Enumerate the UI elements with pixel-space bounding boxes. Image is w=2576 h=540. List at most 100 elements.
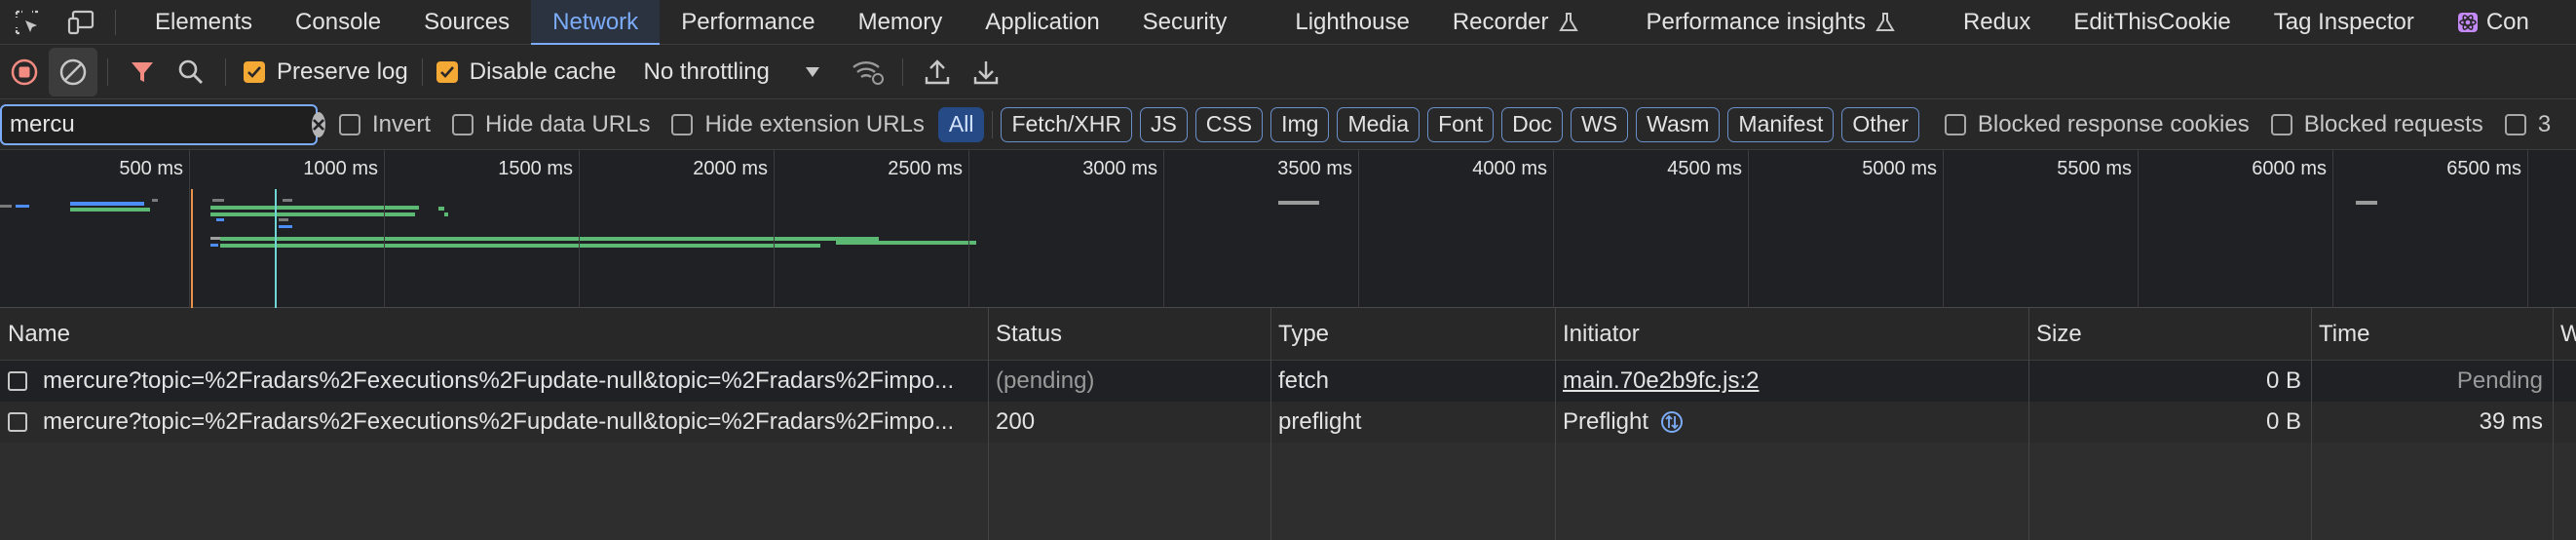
export-har-button[interactable] xyxy=(962,48,1010,96)
tab-recorder[interactable]: Recorder xyxy=(1431,0,1600,45)
filter-chip-js[interactable]: JS xyxy=(1139,106,1188,142)
blocked-requests-label: Blocked requests xyxy=(2303,110,2483,137)
filter-toggle-button[interactable] xyxy=(118,48,167,96)
clear-filter-icon[interactable] xyxy=(312,111,325,137)
tab-performance[interactable]: Performance xyxy=(660,0,836,45)
tab-label: Performance insights xyxy=(1646,8,1866,35)
clear-button[interactable] xyxy=(49,47,97,96)
column-divider[interactable] xyxy=(2028,308,2029,540)
column-divider[interactable] xyxy=(1555,308,1556,540)
column-divider[interactable] xyxy=(1270,308,1271,540)
column-header-name[interactable]: Name xyxy=(0,308,988,361)
checkbox-checked-icon xyxy=(436,60,458,83)
filter-input-box[interactable] xyxy=(0,103,325,145)
tab-label: Application xyxy=(985,8,1100,35)
filter-chip-ws[interactable]: WS xyxy=(1571,106,1629,142)
filter-chip-fetch-xhr[interactable]: Fetch/XHR xyxy=(1001,106,1132,142)
filter-icon xyxy=(132,61,153,82)
preserve-log-checkbox[interactable]: Preserve log xyxy=(244,58,408,86)
filter-chip-media[interactable]: Media xyxy=(1337,106,1421,142)
network-conditions-button[interactable] xyxy=(844,48,892,96)
tab-performance-insights[interactable]: Performance insights xyxy=(1625,0,1916,45)
filter-input[interactable] xyxy=(10,110,312,138)
blocked-response-cookies-checkbox[interactable]: Blocked response cookies xyxy=(1944,110,2250,138)
tab-sources[interactable]: Sources xyxy=(402,0,531,45)
import-har-button[interactable] xyxy=(913,48,962,96)
filter-chip-font[interactable]: Font xyxy=(1427,106,1495,142)
tab-con[interactable]: Con xyxy=(2436,0,2551,45)
tab-memory[interactable]: Memory xyxy=(837,0,965,45)
request-name-cell[interactable]: mercure?topic=%2Fradars%2Fexecutions%2Fu… xyxy=(0,361,988,402)
request-name-cell[interactable]: mercure?topic=%2Fradars%2Fexecutions%2Fu… xyxy=(0,402,988,443)
tab-tag-inspector[interactable]: Tag Inspector xyxy=(2253,0,2436,45)
size-cell: 0 B xyxy=(2028,361,2311,402)
column-header-initiator[interactable]: Initiator xyxy=(1555,308,2028,361)
tab-label: EditThisCookie xyxy=(2073,8,2231,35)
request-type-icon xyxy=(8,371,27,391)
overview-tick-label: 1000 ms xyxy=(303,158,378,179)
filter-chip-img[interactable]: Img xyxy=(1270,106,1330,142)
checkbox-unchecked-icon xyxy=(671,113,694,135)
stop-recording-button[interactable] xyxy=(0,48,49,96)
column-divider[interactable] xyxy=(2311,308,2312,540)
tab-lighthouse[interactable]: Lighthouse xyxy=(1273,0,1430,45)
time-cell: Pending xyxy=(2311,361,2553,402)
tab-editthiscookie[interactable]: EditThisCookie xyxy=(2052,0,2252,45)
tab-bar-divider xyxy=(115,9,116,35)
initiator-cell-text[interactable]: main.70e2b9fc.js:2 xyxy=(1563,367,1759,395)
invert-label: Invert xyxy=(372,110,432,137)
column-header-status[interactable]: Status xyxy=(988,308,1270,361)
tab-elements[interactable]: Elements xyxy=(133,0,274,45)
column-header-type[interactable]: Type xyxy=(1270,308,1555,361)
disable-cache-checkbox[interactable]: Disable cache xyxy=(436,58,616,86)
filter-chip-manifest[interactable]: Manifest xyxy=(1727,106,1835,142)
filter-chip-doc[interactable]: Doc xyxy=(1501,106,1564,142)
network-overview-timeline[interactable]: 500 ms 1000 ms 1500 ms 2000 ms 2500 ms 3000 m… xyxy=(0,150,2576,308)
column-header-size[interactable]: Size xyxy=(2028,308,2311,361)
overview-bar xyxy=(212,199,224,202)
device-toolbar-icon[interactable] xyxy=(55,0,109,45)
type-cell-text: fetch xyxy=(1278,367,1330,394)
tab-label: Network xyxy=(552,8,639,35)
initiator-cell-text[interactable]: Preflight xyxy=(1563,408,1648,436)
filter-chip-css[interactable]: CSS xyxy=(1194,106,1264,142)
initiator-cell: Preflight xyxy=(1555,402,2028,443)
hide-extension-urls-checkbox[interactable]: Hide extension URLs xyxy=(671,111,925,138)
devtools-tab-bar: Elements Console Sources Network Performance… xyxy=(0,0,2576,46)
overview-bar xyxy=(283,199,292,202)
column-divider[interactable] xyxy=(988,308,989,540)
tab-security[interactable]: Security xyxy=(1121,0,1249,45)
filter-chip-all[interactable]: All xyxy=(937,106,985,142)
table-row[interactable]: mercure?topic=%2Fradars%2Fexecutions%2Fu… xyxy=(0,402,2576,443)
blocked-response-cookies-label: Blocked response cookies xyxy=(1977,110,2250,137)
wifi-settings-icon xyxy=(852,60,884,85)
preflight-icon[interactable] xyxy=(1660,410,1684,434)
hide-data-urls-checkbox[interactable]: Hide data URLs xyxy=(452,111,650,138)
request-name-cell-text: mercure?topic=%2Fradars%2Fexecutions%2Fu… xyxy=(43,367,955,394)
tab-console[interactable]: Console xyxy=(274,0,402,45)
column-header-time[interactable]: Time xyxy=(2311,308,2553,361)
throttling-select[interactable]: No throttling xyxy=(643,58,843,86)
search-button[interactable] xyxy=(167,48,215,96)
dom-content-loaded-marker xyxy=(191,189,193,308)
toolbar-divider xyxy=(107,58,108,86)
blocked-requests-checkbox[interactable]: Blocked requests xyxy=(2270,110,2483,138)
third-party-checkbox[interactable]: 3 xyxy=(2504,111,2551,138)
toolbar-divider xyxy=(901,58,903,86)
invert-checkbox[interactable]: Invert xyxy=(339,111,431,138)
time-cell-text: Pending xyxy=(2456,367,2543,394)
overview-tick-label: 6000 ms xyxy=(2252,158,2327,179)
column-header-w[interactable]: W xyxy=(2553,308,2576,361)
filter-bar: Invert Hide data URLs Hide extension URL… xyxy=(0,99,2576,150)
filter-chip-wasm[interactable]: Wasm xyxy=(1636,106,1721,142)
inspect-element-icon[interactable] xyxy=(0,0,55,45)
table-row[interactable]: mercure?topic=%2Fradars%2Fexecutions%2Fu… xyxy=(0,361,2576,402)
column-divider[interactable] xyxy=(2553,308,2554,540)
overview-bar xyxy=(220,244,820,248)
tab-network[interactable]: Network xyxy=(531,0,661,46)
tab-redux[interactable]: Redux xyxy=(1942,0,2052,45)
react-icon xyxy=(2457,12,2479,33)
filter-chip-other[interactable]: Other xyxy=(1841,106,1919,142)
overview-bar xyxy=(210,244,218,247)
tab-application[interactable]: Application xyxy=(964,0,1120,45)
